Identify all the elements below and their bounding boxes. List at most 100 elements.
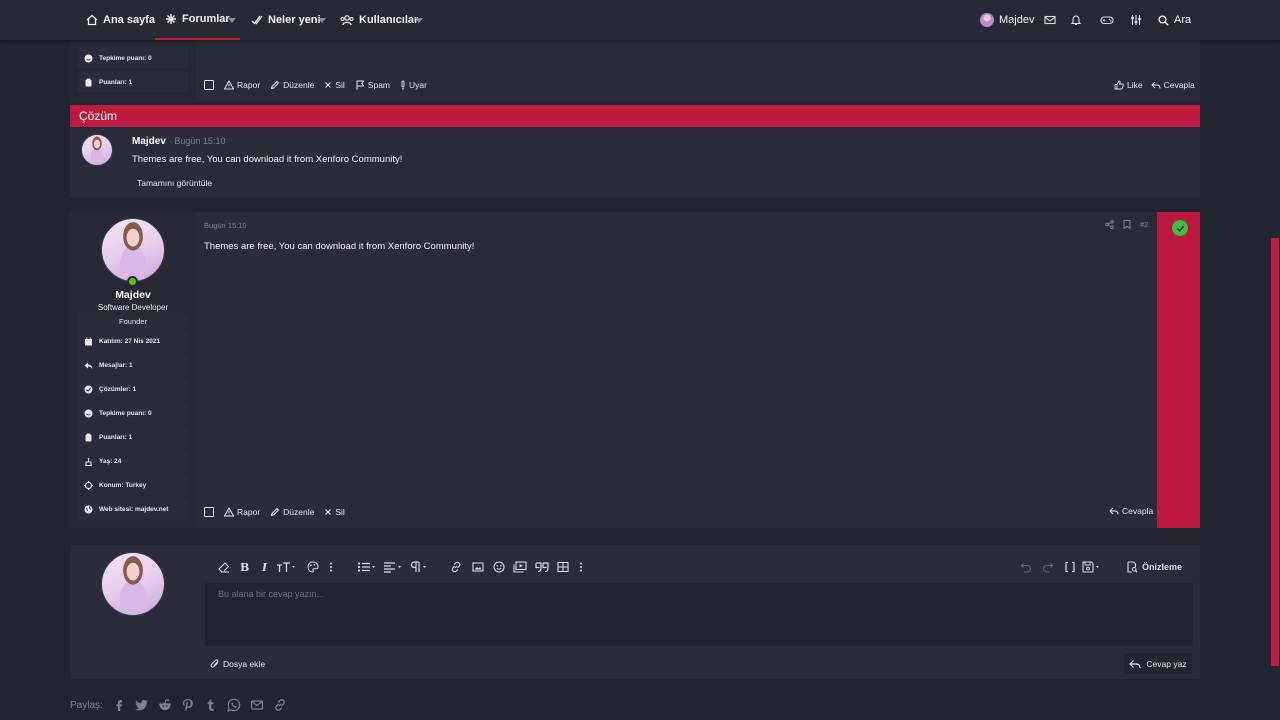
more-insert-button[interactable] xyxy=(579,560,583,574)
drafts-button[interactable] xyxy=(1082,560,1102,574)
reply-input[interactable]: Bu alana bir cevap yazın... xyxy=(205,583,1193,646)
close-icon xyxy=(325,82,332,88)
edit-button[interactable]: Düzenle xyxy=(270,80,314,90)
home-icon xyxy=(86,14,98,26)
list-button[interactable] xyxy=(357,560,377,574)
paragraph-icon xyxy=(410,561,426,572)
attach-label: Dosya ekle xyxy=(223,659,266,669)
inbox-button[interactable] xyxy=(1044,0,1056,40)
link-button[interactable] xyxy=(450,560,462,574)
previous-post-actions: Rapor Düzenle Sil Spam Uyar xyxy=(204,78,427,92)
avatar[interactable] xyxy=(101,552,165,616)
post-date[interactable]: Bugün 15:10 xyxy=(204,221,247,230)
color-button[interactable] xyxy=(307,560,319,574)
reply-label: Cevapla xyxy=(1163,80,1195,90)
alerts-button[interactable] xyxy=(1070,0,1082,40)
stat-text: Yaş: 24 xyxy=(99,457,122,465)
emoji-button[interactable] xyxy=(493,560,505,574)
nav-members-label: Kullanıcılar xyxy=(359,14,419,26)
bbcode-toggle-button[interactable] xyxy=(1064,560,1076,574)
share-icon[interactable] xyxy=(1105,220,1114,229)
avatar xyxy=(980,13,994,27)
solution-marker xyxy=(1157,212,1200,528)
post-user-name[interactable]: Majdev xyxy=(70,289,196,301)
nav-user[interactable]: Majdev xyxy=(980,0,1034,40)
text-size-icon xyxy=(277,562,295,572)
like-label: Like xyxy=(1127,80,1143,90)
quote-button[interactable] xyxy=(535,560,549,574)
nav-members-dropdown[interactable] xyxy=(412,0,426,40)
select-checkbox[interactable] xyxy=(204,80,214,90)
stat-text[interactable]: Web sitesi: majdev.net xyxy=(99,506,168,513)
image-button[interactable] xyxy=(472,560,484,574)
undo-button[interactable] xyxy=(1020,560,1032,574)
reply-editor: B I Önizleme Bu alana bir cevap yazın...… xyxy=(70,545,1200,679)
bookmark-icon[interactable] xyxy=(1123,220,1131,229)
spam-button[interactable]: Spam xyxy=(355,80,390,90)
reply-button[interactable]: Cevapla xyxy=(1109,506,1153,516)
nav-forums-dropdown[interactable] xyxy=(225,0,239,40)
report-button[interactable]: Rapor xyxy=(224,507,260,517)
edit-button[interactable]: Düzenle xyxy=(270,507,314,517)
search-button[interactable]: Ara xyxy=(1158,0,1191,40)
nav-whats-new[interactable]: Neler yeni xyxy=(251,0,321,40)
view-full-link[interactable]: Tamamını görüntüle xyxy=(137,178,212,188)
settings-button[interactable] xyxy=(1130,0,1142,40)
preview-button[interactable]: Önizleme xyxy=(1126,560,1182,574)
solution-author[interactable]: Majdev xyxy=(132,136,166,147)
delete-button[interactable]: Sil xyxy=(324,507,345,517)
nav-whats-new-dropdown[interactable] xyxy=(315,0,329,40)
reddit-icon[interactable] xyxy=(158,698,172,712)
stat-solutions: Çözümler: 1 xyxy=(78,379,188,399)
reply-placeholder: Bu alana bir cevap yazın... xyxy=(218,589,325,599)
attach-files-button[interactable]: Dosya ekle xyxy=(210,657,265,671)
warn-button[interactable]: Uyar xyxy=(400,80,427,90)
avatar[interactable] xyxy=(81,134,113,166)
whatsapp-icon[interactable] xyxy=(227,698,241,712)
text-size-button[interactable] xyxy=(276,560,296,574)
tumblr-icon[interactable] xyxy=(204,698,218,712)
link-icon[interactable] xyxy=(273,698,287,712)
nav-whats-new-label: Neler yeni xyxy=(268,14,321,26)
facebook-icon[interactable] xyxy=(112,698,126,712)
more-vertical-icon xyxy=(580,562,582,572)
stat-age: Yaş: 24 xyxy=(78,451,188,471)
media-icon xyxy=(513,561,527,573)
like-button[interactable]: Like xyxy=(1114,80,1143,90)
stat-points: Puanları: 1 xyxy=(78,72,188,92)
select-checkbox[interactable] xyxy=(204,507,214,517)
clear-format-button[interactable] xyxy=(218,560,230,574)
pinterest-icon[interactable] xyxy=(181,698,195,712)
solution-time[interactable]: · Bugün 15:10 xyxy=(169,136,226,146)
preview-label: Önizleme xyxy=(1142,562,1183,572)
paperclip-icon xyxy=(210,659,219,668)
solved-badge[interactable] xyxy=(1172,220,1188,236)
email-icon[interactable] xyxy=(250,698,264,712)
pencil-icon xyxy=(270,80,280,90)
avatar[interactable] xyxy=(101,218,165,282)
share-label: Paylaş: xyxy=(70,699,103,711)
scrollbar-thumb[interactable] xyxy=(1271,238,1279,666)
table-button[interactable] xyxy=(557,560,569,574)
italic-button[interactable]: I xyxy=(262,560,267,574)
report-button[interactable]: Rapor xyxy=(224,80,260,90)
calendar-icon xyxy=(85,337,92,345)
reply-button[interactable]: Cevapla xyxy=(1150,80,1195,90)
post-number[interactable]: #2 xyxy=(1140,220,1148,229)
save-icon xyxy=(1082,561,1099,573)
delete-button[interactable]: Sil xyxy=(324,80,345,90)
paragraph-button[interactable] xyxy=(410,560,428,574)
style-chooser-button[interactable] xyxy=(1100,0,1114,40)
forums-icon xyxy=(166,14,176,24)
nav-members[interactable]: Kullanıcılar xyxy=(340,0,418,40)
more-text-button[interactable] xyxy=(329,560,333,574)
media-button[interactable] xyxy=(513,560,527,574)
nav-home[interactable]: Ana sayfa xyxy=(86,0,155,40)
align-button[interactable] xyxy=(383,560,403,574)
twitter-icon[interactable] xyxy=(134,698,149,712)
warning-icon xyxy=(224,80,234,90)
bold-button[interactable]: B xyxy=(240,560,249,574)
post-reply-button[interactable]: Cevap yaz xyxy=(1124,653,1192,674)
nav-home-label: Ana sayfa xyxy=(103,14,155,26)
redo-button[interactable] xyxy=(1042,560,1054,574)
